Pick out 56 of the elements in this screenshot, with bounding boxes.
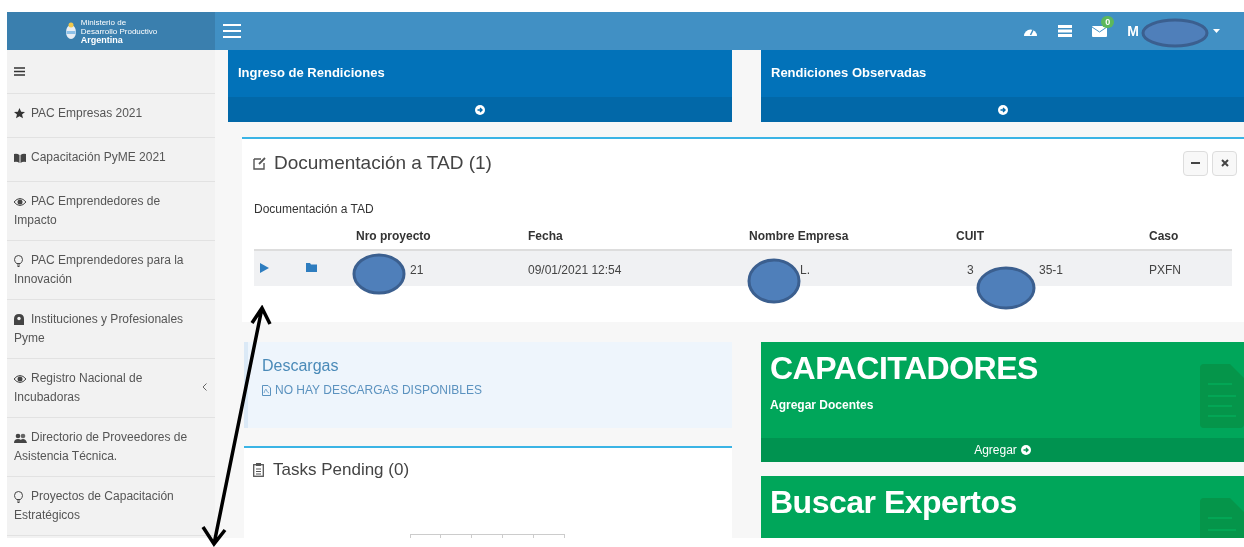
close-icon: [1220, 159, 1229, 168]
shield-icon: [14, 314, 24, 326]
table-cell-text: 3: [967, 261, 974, 279]
table-cell-text: 21: [410, 261, 424, 279]
action-card-title: Buscar Expertos: [770, 483, 1017, 522]
panel-title: Documentación a TAD (1): [274, 151, 492, 175]
book-icon: [14, 152, 26, 163]
eye-icon: [14, 373, 26, 384]
redaction-mark: [1141, 18, 1209, 48]
table-cell-text: 35-1: [1039, 261, 1064, 279]
card-title: Ingreso de Rendiciones: [238, 65, 385, 80]
lightbulb-icon: [14, 490, 23, 503]
arrow-circle-icon: [475, 104, 485, 115]
column-header: Fecha: [528, 227, 563, 245]
redaction-mark: [352, 253, 406, 295]
lightbulb-icon: [14, 254, 23, 267]
card-footer-link[interactable]: Agregar: [761, 438, 1244, 462]
edit-icon: [253, 156, 267, 171]
column-header: CUIT: [956, 227, 984, 245]
envelope-icon[interactable]: [1092, 25, 1108, 37]
eye-icon: [14, 196, 26, 207]
brand-text: Ministerio de: [80, 17, 128, 27]
arrow-circle-icon: [997, 104, 1008, 115]
close-button[interactable]: [1212, 150, 1237, 176]
clipboard-icon: [253, 462, 264, 477]
downloads-title: Descargas: [262, 356, 340, 376]
brand-text: Argentina: [80, 35, 124, 45]
action-card-title: CAPACITADORES: [770, 349, 1038, 388]
server-icon[interactable]: [1058, 25, 1073, 37]
table-cell-text: PXFN: [1149, 261, 1181, 279]
column-header: Nro proyecto: [356, 227, 431, 245]
no-downloads-message: NO HAY DESCARGAS DISPONIBLES: [275, 382, 482, 399]
minimize-button[interactable]: [1183, 150, 1208, 176]
star-icon: [14, 108, 25, 120]
notification-badge: 0: [1101, 15, 1115, 28]
tasks-title: Tasks Pending (0): [273, 459, 410, 481]
brand-text: Desarrollo Productivo: [80, 26, 158, 36]
arrow-circle-icon: [1020, 445, 1031, 455]
play-icon[interactable]: [260, 262, 269, 273]
table-cell-text: L.: [800, 261, 810, 279]
chevron-left-icon: [202, 383, 207, 391]
redaction-mark: [976, 266, 1036, 310]
redaction-mark: [747, 258, 801, 304]
caret-icon[interactable]: [1213, 29, 1220, 33]
action-card-subtitle: Agregar Docentes: [770, 397, 874, 414]
pdf-file-icon: [262, 384, 271, 396]
menu-icon[interactable]: [14, 67, 25, 76]
coat-of-arms-icon: [64, 22, 77, 40]
column-header: Caso: [1149, 227, 1179, 245]
minus-icon: [1191, 162, 1200, 165]
column-header: Nombre Empresa: [749, 227, 849, 245]
table-cell-text: 09/01/2021 12:54: [528, 261, 622, 279]
card-title: Rendiciones Observadas: [771, 65, 927, 80]
table-caption: Documentación a TAD: [254, 200, 375, 218]
folder-icon[interactable]: [306, 262, 317, 272]
people-icon: [14, 432, 27, 443]
